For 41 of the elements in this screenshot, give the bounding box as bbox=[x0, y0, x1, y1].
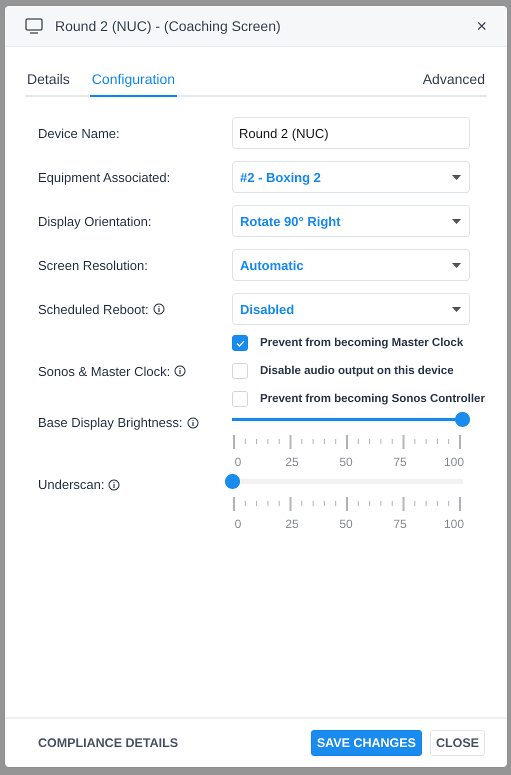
caret-icon bbox=[452, 306, 461, 312]
slider-thumb[interactable] bbox=[455, 412, 470, 427]
checkbox-option[interactable]: Prevent from becoming Master Clock bbox=[232, 335, 485, 351]
field-label: Equipment Associated: bbox=[38, 170, 172, 184]
tick-label: 0 bbox=[234, 517, 242, 531]
checkbox-option[interactable]: Prevent from becoming Sonos Controller bbox=[232, 391, 485, 407]
monitor-icon bbox=[25, 18, 43, 34]
tab[interactable]: Advanced bbox=[420, 71, 487, 97]
field-label: Base Display Brightness: bbox=[38, 415, 232, 430]
field-label: Scheduled Reboot: bbox=[38, 302, 232, 316]
tick-label: 100 bbox=[442, 455, 466, 469]
tick-label: 25 bbox=[284, 455, 300, 469]
field-label: Underscan: bbox=[38, 477, 232, 492]
caret-icon bbox=[452, 218, 461, 224]
tick-label: 75 bbox=[392, 517, 408, 531]
info-icon bbox=[152, 303, 165, 315]
dialog-title: Round 2 (NUC) - (Coaching Screen) bbox=[55, 18, 282, 34]
close-button[interactable]: × bbox=[476, 16, 487, 36]
info-icon bbox=[186, 416, 199, 428]
field-label: Device Name: bbox=[38, 126, 121, 140]
tick-label: 50 bbox=[338, 455, 354, 469]
tick-label: 75 bbox=[392, 455, 408, 469]
tab[interactable]: Details bbox=[25, 71, 72, 97]
compliance-details-link[interactable]: COMPLIANCE DETAILS bbox=[32, 735, 303, 751]
info-icon bbox=[108, 478, 120, 490]
tick-label: 25 bbox=[284, 517, 300, 531]
field-label: Sonos & Master Clock: bbox=[38, 364, 232, 378]
check-icon bbox=[236, 340, 244, 346]
tick-label: 50 bbox=[338, 517, 354, 531]
close-button[interactable]: CLOSE bbox=[430, 730, 485, 756]
caret-icon bbox=[452, 262, 461, 268]
info-icon bbox=[174, 365, 186, 377]
caret-icon bbox=[452, 174, 461, 180]
checkbox[interactable] bbox=[232, 335, 248, 351]
slider-thumb[interactable] bbox=[225, 474, 240, 489]
tick-label: 0 bbox=[234, 455, 242, 469]
checkbox-option[interactable]: Disable audio output on this device bbox=[232, 363, 485, 379]
device-name-field[interactable]: Round 2 (NUC) bbox=[232, 117, 470, 149]
field-label: Display Orientation: bbox=[38, 214, 152, 228]
tick-label: 100 bbox=[442, 517, 466, 531]
field-label: Screen Resolution: bbox=[38, 258, 149, 272]
